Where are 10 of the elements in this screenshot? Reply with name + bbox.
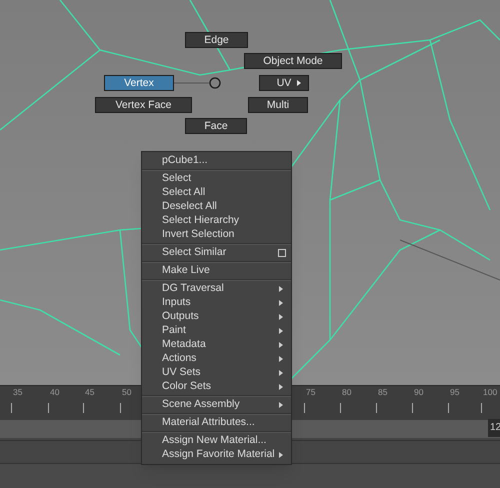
frame-number: 45	[85, 387, 94, 397]
frame-number: 35	[13, 387, 22, 397]
frame-number: 50	[122, 387, 132, 397]
frame-number: 85	[378, 387, 388, 397]
frame-number: 100	[483, 387, 498, 397]
frame-number: 75	[306, 387, 316, 397]
frame-number: 40	[50, 387, 60, 397]
frame-number: 80	[342, 387, 352, 397]
frame-number: 90	[414, 387, 424, 397]
frame-number: 95	[450, 387, 460, 397]
